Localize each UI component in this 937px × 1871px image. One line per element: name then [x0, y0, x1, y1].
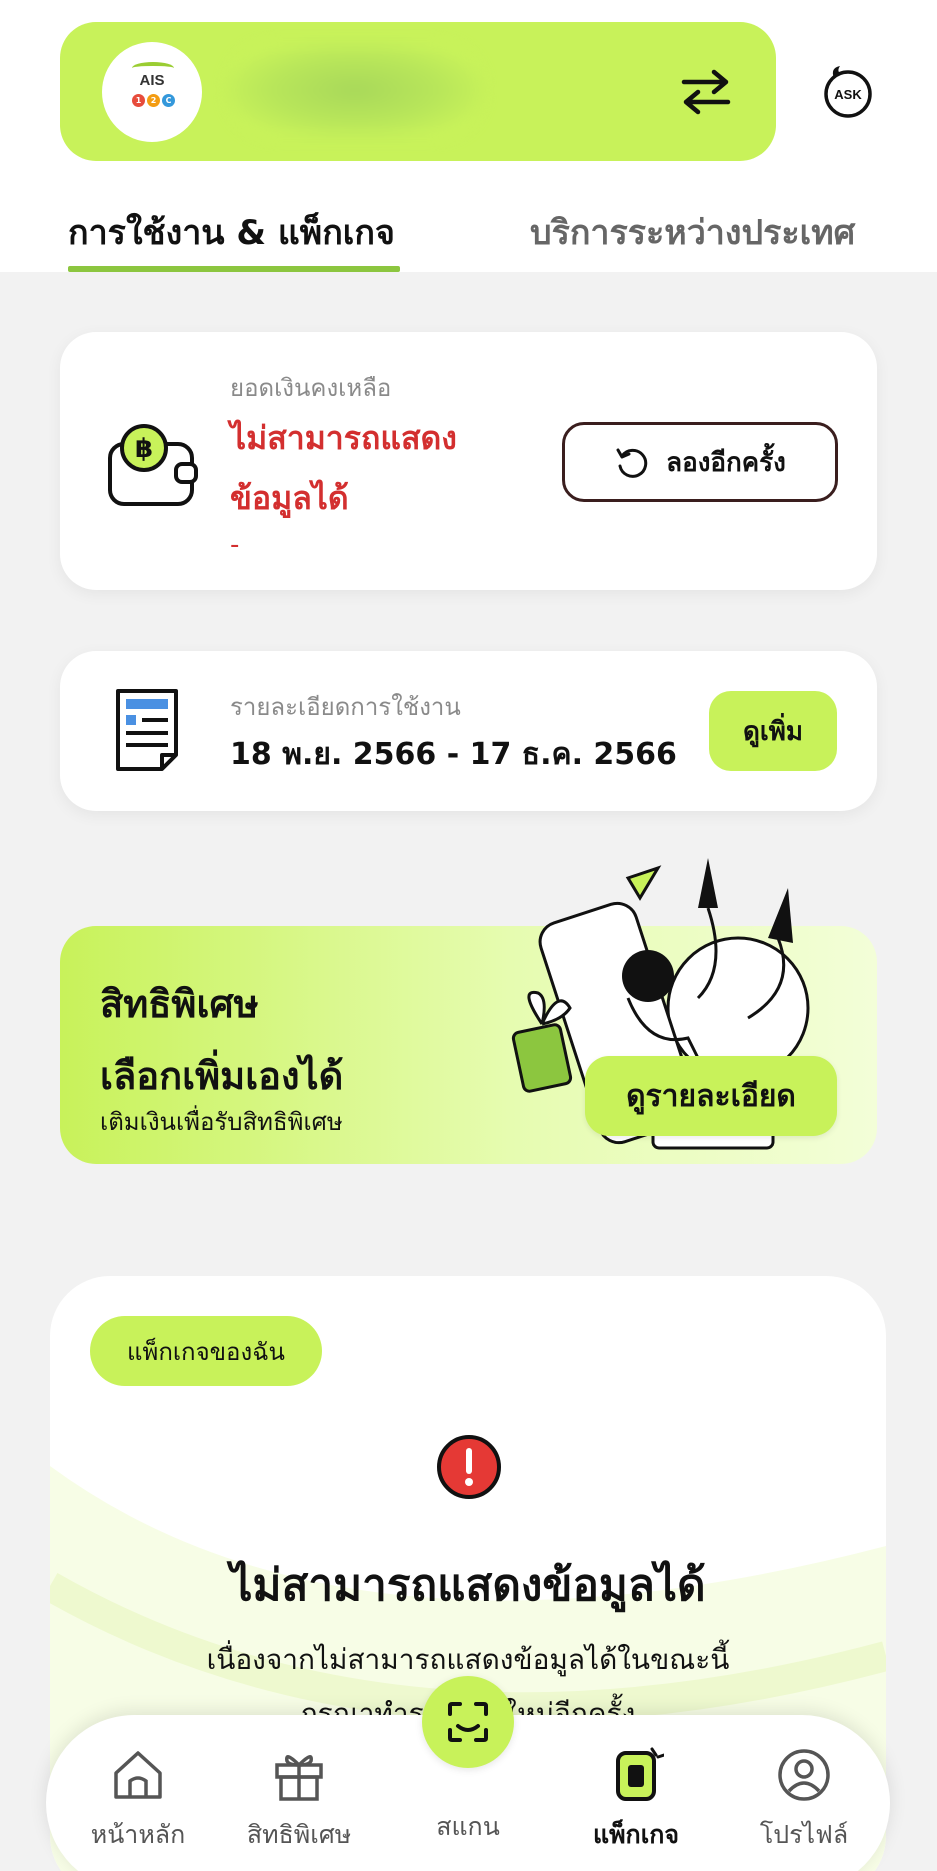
nav-privileges-label: สิทธิพิเศษ [246, 1820, 352, 1849]
nav-home-label: หน้าหลัก [90, 1820, 186, 1849]
logo-badge-2: 2 [147, 94, 160, 107]
my-package-badge: แพ็กเกจของฉัน [90, 1316, 322, 1386]
profile-icon [778, 1749, 830, 1801]
balance-label: ยอดเงินคงเหลือ [230, 374, 392, 402]
nav-profile-label: โปรไฟล์ [759, 1820, 849, 1849]
logo-text: AIS [139, 72, 165, 89]
nav-home[interactable]: หน้าหลัก [58, 1747, 218, 1855]
see-more-button[interactable]: ดูเพิ่ม [709, 691, 837, 771]
promo-title-line2: เลือกเพิ่มเองได้ [100, 1054, 344, 1098]
logo-badge: 1 2 C [132, 94, 175, 107]
promo-title-line1: สิทธิพิเศษ [100, 982, 259, 1026]
scan-button[interactable] [422, 1676, 514, 1768]
promo-title: สิทธิพิเศษ เลือกเพิ่มเองได้ [100, 968, 343, 1112]
error-icon [437, 1435, 501, 1499]
nav-privileges[interactable]: สิทธิพิเศษ [219, 1747, 379, 1855]
retry-label: ลองอีกครั้ง [666, 447, 786, 478]
account-bar[interactable]: AIS 1 2 C [60, 22, 776, 161]
promo-subtitle: เติมเงินเพื่อรับสิทธิพิเศษ [100, 1108, 343, 1136]
nav-package-label: แพ็กเกจ [592, 1820, 680, 1849]
promo-details-button[interactable]: ดูรายละเอียด [585, 1056, 837, 1136]
usage-card: รายละเอียดการใช้งาน 18 พ.ย. 2566 - 17 ธ.… [60, 651, 877, 811]
balance-value: - [230, 530, 240, 560]
package-error-title: ไม่สามารถแสดงข้อมูลได้ [230, 1560, 706, 1611]
active-tab-indicator [68, 266, 400, 272]
retry-button[interactable]: ลองอีกครั้ง [562, 422, 838, 502]
package-icon [616, 1747, 664, 1801]
nav-scan-label: สแกน [436, 1812, 500, 1841]
account-name-blurred [225, 40, 485, 140]
document-icon [116, 689, 178, 771]
gift-icon [275, 1755, 323, 1801]
refresh-icon [616, 448, 648, 478]
balance-card: ฿ ยอดเงินคงเหลือ ไม่สามารถแสดงข้อมูลได้ … [60, 332, 877, 590]
balance-error: ไม่สามารถแสดงข้อมูลได้ [230, 419, 457, 517]
scan-icon [448, 1702, 488, 1742]
home-icon [114, 1751, 162, 1799]
ask-icon[interactable]: ASK [820, 64, 876, 120]
ais-logo: AIS 1 2 C [102, 42, 202, 142]
usage-label: รายละเอียดการใช้งาน [230, 693, 461, 721]
nav-scan[interactable]: สแกน [388, 1807, 548, 1847]
nav-profile[interactable]: โปรไฟล์ [724, 1747, 884, 1855]
ask-label: ASK [834, 87, 862, 102]
logo-badge-c: C [162, 94, 175, 107]
usage-date-range: 18 พ.ย. 2566 - 17 ธ.ค. 2566 [230, 737, 677, 772]
svg-text:฿: ฿ [135, 434, 153, 464]
switch-arrows-icon[interactable] [678, 64, 734, 118]
nav-package[interactable]: แพ็กเกจ [556, 1747, 716, 1855]
tab-usage-package[interactable]: การใช้งาน & แพ็กเกจ [68, 205, 395, 259]
top-header: AIS 1 2 C ASK การใช้งาน & แพ็กเกจ บริการ… [0, 0, 937, 272]
wallet-baht-icon: ฿ [108, 424, 198, 506]
tab-international[interactable]: บริการระหว่างประเทศ [530, 205, 855, 259]
logo-badge-1: 1 [132, 94, 145, 107]
